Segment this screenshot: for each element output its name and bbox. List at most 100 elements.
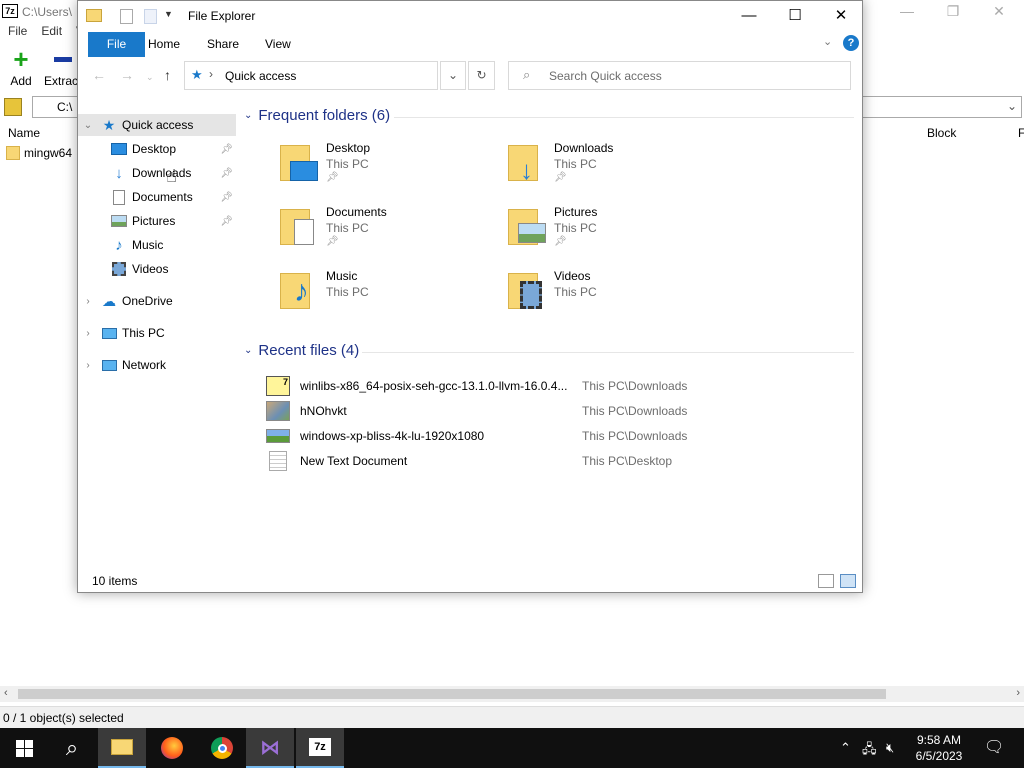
sidebar-item-network[interactable]: › Network — [78, 354, 236, 376]
network-status-icon[interactable]: 🖧︎ — [862, 740, 877, 762]
folder-up-icon[interactable] — [4, 98, 22, 116]
chevron-right-icon[interactable]: › — [82, 360, 94, 371]
sidebar-item-pictures[interactable]: Pictures 📌︎ — [78, 210, 236, 232]
chevron-down-icon[interactable]: ⌄ — [82, 120, 94, 131]
search-button[interactable]: ⌕ — [48, 728, 96, 768]
scrollbar-thumb[interactable] — [18, 689, 886, 699]
address-dropdown-icon[interactable]: ⌄ — [440, 61, 466, 90]
start-button[interactable] — [0, 728, 48, 768]
tab-home[interactable]: Home — [148, 37, 180, 51]
chevron-right-icon[interactable]: › — [82, 328, 94, 339]
recent-files-header[interactable]: ⌄ Recent files (4) — [244, 342, 359, 359]
large-icons-view-icon[interactable] — [840, 574, 856, 588]
list-item[interactable]: hNOhvkt This PC\Downloads — [266, 400, 856, 422]
extract-button[interactable]: Extrac — [44, 48, 78, 88]
pictures-folder-icon — [506, 205, 548, 247]
taskbar-firefox[interactable] — [148, 728, 196, 768]
column-name[interactable]: Name — [8, 126, 40, 140]
sidebar-item-this-pc[interactable]: › This PC — [78, 322, 236, 344]
column-block[interactable]: Block — [927, 126, 956, 140]
menu-edit[interactable]: Edit — [41, 24, 62, 42]
refresh-icon[interactable]: ↻ — [468, 61, 495, 90]
menu-file[interactable]: File — [8, 24, 27, 42]
pin-icon: 📌︎ — [326, 236, 339, 247]
image-icon — [266, 401, 290, 421]
folder-tile-downloads[interactable]: ↓ Downloads This PC 📌︎ — [506, 141, 726, 197]
tab-file[interactable]: File — [88, 32, 145, 57]
cloud-icon: ☁ — [102, 292, 116, 309]
minimize-button[interactable]: — — [726, 1, 772, 31]
windows-logo-icon — [15, 739, 33, 757]
clock[interactable]: 9:58 AM 6/5/2023 — [910, 732, 968, 764]
close-button[interactable]: ✕ — [818, 1, 864, 31]
sidebar-item-music[interactable]: ♪ Music — [78, 234, 236, 256]
chevron-down-icon[interactable]: ⌄ — [1007, 99, 1017, 113]
videos-folder-icon — [506, 269, 548, 311]
chevron-right-icon[interactable]: › — [82, 296, 94, 307]
navigation-pane: ⌄ ★ Quick access Desktop 📌︎ ↓ Downloads … — [78, 111, 236, 561]
pin-icon: 📌︎ — [326, 172, 339, 183]
scroll-left-icon[interactable]: ‹ — [4, 687, 8, 699]
sidebar-item-quick-access[interactable]: ⌄ ★ Quick access — [78, 114, 236, 136]
pin-icon[interactable]: 📌︎ — [220, 192, 233, 203]
collapse-icon[interactable]: ⌄ — [244, 110, 252, 121]
sidebar-item-videos[interactable]: Videos — [78, 258, 236, 280]
taskbar-visual-studio[interactable]: ⋈ — [246, 728, 294, 768]
address-text: Quick access — [225, 69, 297, 83]
chrome-icon — [211, 737, 233, 759]
breadcrumb-separator-icon[interactable]: › — [209, 67, 213, 81]
maximize-button[interactable]: ☐ — [772, 1, 818, 31]
folder-tile-documents[interactable]: Documents This PC 📌︎ — [278, 205, 498, 261]
add-button[interactable]: + Add — [6, 46, 36, 88]
address-bar[interactable]: ★ › Quick access — [184, 61, 438, 90]
star-icon: ★ — [102, 116, 116, 133]
volume-muted-icon[interactable]: 🔇︎ — [886, 740, 894, 756]
list-item[interactable]: mingw64 — [6, 146, 72, 160]
quick-access-dropdown-icon[interactable]: ▼ — [164, 9, 173, 19]
forward-icon[interactable]: → — [120, 67, 134, 83]
taskbar-chrome[interactable] — [198, 728, 246, 768]
up-icon[interactable]: ↑ — [164, 67, 171, 83]
minimize-button[interactable]: — — [884, 2, 930, 22]
7zip-title: C:\Users\ — [22, 5, 73, 19]
details-view-icon[interactable] — [818, 574, 834, 588]
7zip-menubar: File Edit V — [0, 24, 84, 42]
help-icon[interactable]: ? — [843, 35, 859, 51]
properties-icon[interactable] — [120, 9, 133, 24]
horizontal-scrollbar[interactable]: ‹ › — [0, 686, 1024, 702]
notification-icon[interactable]: 🗨︎ — [984, 737, 1004, 757]
explorer-title: File Explorer — [188, 9, 256, 23]
folder-tile-pictures[interactable]: Pictures This PC 📌︎ — [506, 205, 726, 261]
sidebar-item-desktop[interactable]: Desktop 📌︎ — [78, 138, 236, 160]
maximize-button[interactable]: ❐ — [930, 2, 976, 22]
taskbar-7zip[interactable]: 7z — [296, 728, 344, 768]
expand-ribbon-icon[interactable]: ⌄ — [823, 35, 832, 48]
show-hidden-icons-icon[interactable]: ⌃ — [840, 740, 851, 756]
frequent-folders-header[interactable]: ⌄ Frequent folders (6) — [244, 107, 390, 124]
new-folder-icon[interactable] — [144, 9, 157, 24]
sidebar-item-onedrive[interactable]: › ☁ OneDrive — [78, 290, 236, 312]
pin-icon[interactable]: 📌︎ — [220, 144, 233, 155]
pin-icon[interactable]: 📌︎ — [220, 168, 233, 179]
list-item[interactable]: windows-xp-bliss-4k-lu-1920x1080 This PC… — [266, 425, 856, 447]
pin-icon[interactable]: 📌︎ — [220, 216, 233, 227]
close-button[interactable]: ✕ — [976, 2, 1022, 22]
folder-tile-music[interactable]: ♪ Music This PC — [278, 269, 498, 325]
folder-tile-videos[interactable]: Videos This PC — [506, 269, 726, 325]
sidebar-item-documents[interactable]: Documents 📌︎ — [78, 186, 236, 208]
search-input[interactable]: ⌕ Search Quick access — [508, 61, 851, 90]
tab-view[interactable]: View — [265, 37, 291, 51]
tab-share[interactable]: Share — [207, 37, 239, 51]
list-item[interactable]: New Text Document This PC\Desktop — [266, 450, 856, 472]
collapse-icon[interactable]: ⌄ — [244, 345, 252, 356]
back-icon[interactable]: ← — [92, 67, 106, 83]
list-item[interactable]: 7 winlibs-x86_64-posix-seh-gcc-13.1.0-ll… — [266, 375, 856, 397]
recent-locations-icon[interactable]: ⌄ — [146, 72, 154, 83]
taskbar: ⌕ ⋈ 7z ⌃ 🖧︎ 🔇︎ 9:58 AM 6/5/2023 🗨︎ — [0, 728, 1024, 768]
column-f[interactable]: F — [1018, 126, 1024, 140]
scroll-right-icon[interactable]: › — [1016, 687, 1020, 699]
folder-tile-desktop[interactable]: Desktop This PC 📌︎ — [278, 141, 498, 197]
sidebar-item-downloads[interactable]: ↓ Downloads 📌︎ — [78, 162, 236, 184]
taskbar-file-explorer[interactable] — [98, 728, 146, 768]
downloads-folder-icon: ↓ — [506, 141, 548, 185]
